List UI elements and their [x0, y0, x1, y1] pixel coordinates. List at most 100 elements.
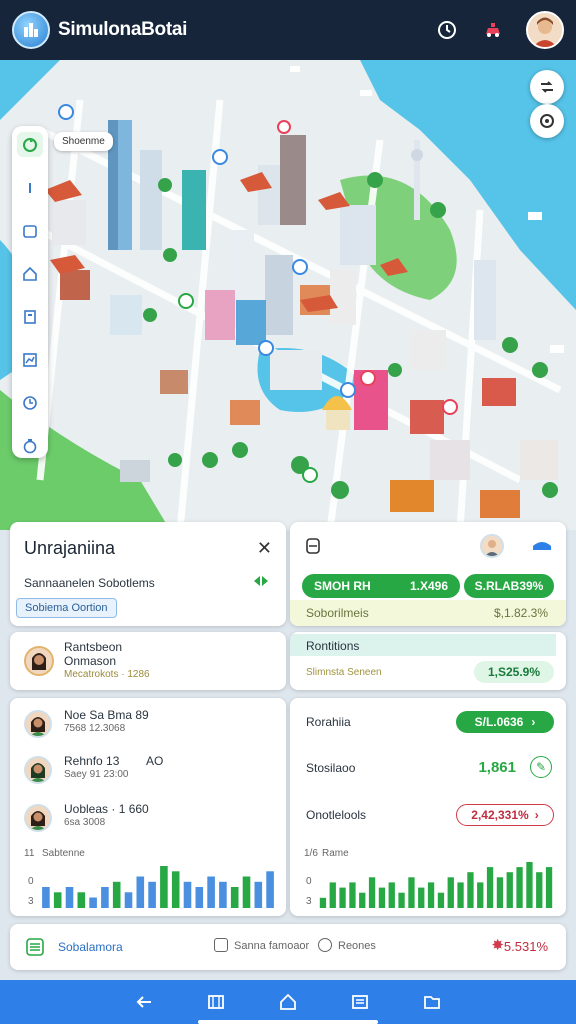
right-chart-bar — [457, 882, 464, 908]
bottom-nav — [0, 980, 576, 1024]
overview-subtitle: Sannaanelen Sobotlems — [24, 576, 155, 590]
right-chart-bar — [496, 877, 504, 908]
person-name: Rehnfo 13 — [64, 754, 120, 768]
document-icon[interactable] — [306, 538, 320, 559]
metric-pill-right[interactable]: S.RLAB39% — [464, 574, 554, 598]
footer-bar: Sobalamora Sanna famoaor Reones ✸ 5.531% — [10, 924, 566, 970]
left-chart-bar — [89, 897, 97, 908]
home-indicator — [198, 1020, 378, 1024]
history-icon[interactable] — [434, 17, 460, 43]
people-card: Noe Sa Bma 89 7568 12.3068 Rehnfo 13 AO … — [10, 698, 286, 916]
folder-nav-icon[interactable] — [421, 991, 443, 1013]
clock-icon[interactable] — [17, 390, 43, 415]
left-chart-bar — [254, 881, 263, 908]
info-icon[interactable] — [17, 175, 43, 200]
left-chart-bar — [171, 871, 180, 908]
left-chart-bar — [183, 881, 192, 908]
profile-card[interactable]: Rantsbeon Onmason Mecatrokots · 1286 — [10, 632, 286, 690]
option-chip[interactable]: Sobiema Oortion — [16, 598, 117, 618]
person-sub: Saey 91 23:00 — [64, 769, 129, 780]
left-chart-bar — [195, 887, 204, 908]
left-chart-ytick-3: 3 — [28, 896, 34, 907]
list-icon[interactable] — [26, 938, 44, 961]
profile-name: Rantsbeon — [64, 640, 123, 654]
right-chart-bar — [329, 882, 336, 908]
radio-1[interactable] — [318, 938, 332, 952]
metrics-card: SMOH RH 1.X496 S.RLAB39% Soborilmeis $,1… — [290, 522, 566, 626]
person-sub: 6sa 3008 — [64, 817, 106, 828]
right-chart-bar — [408, 877, 415, 908]
checkbox-1[interactable] — [214, 938, 228, 952]
left-chart-bar — [230, 887, 239, 908]
metric-pill-left[interactable]: SMOH RH 1.X496 — [302, 574, 460, 598]
person-aside: AO — [146, 754, 164, 768]
home-nav-icon[interactable] — [277, 991, 299, 1013]
left-chart-bar — [136, 876, 145, 908]
car-alert-icon[interactable] — [480, 17, 506, 43]
profile-line3: Mecatrokots · 1286 — [64, 669, 150, 680]
left-chart-title: Sabtenne — [42, 848, 85, 859]
left-chart-ytick-1: 11 — [24, 848, 35, 859]
profile-avatar — [24, 646, 54, 676]
positions-sub: Slimnsta Seneen — [306, 667, 382, 678]
right-chart-bar — [339, 887, 346, 908]
footer-label[interactable]: Sobalamora — [58, 940, 123, 954]
right-chart-bar — [359, 892, 366, 908]
edit-icon[interactable]: ✎ — [530, 756, 552, 778]
left-chart-bar — [207, 876, 215, 908]
stat-3-pill[interactable]: 2,42,331% › — [456, 804, 554, 826]
left-chart-bar — [148, 881, 156, 908]
calendar-icon[interactable] — [17, 218, 43, 243]
left-chart-bar — [53, 892, 62, 908]
map-toolbar — [12, 126, 48, 458]
stat-1-value: S/L.0636 — [474, 715, 524, 729]
right-chart-bar — [368, 877, 376, 908]
person-avatar — [24, 756, 52, 784]
building-icon[interactable] — [17, 304, 43, 329]
left-chart-bar — [124, 892, 133, 908]
news-nav-icon[interactable] — [349, 991, 371, 1013]
positions-card[interactable]: Rontitions Slimnsta Seneen 1,S25.9% — [290, 632, 566, 690]
right-chart-bar — [349, 882, 356, 908]
left-chart-bar — [266, 871, 274, 908]
right-chart-bar — [398, 892, 405, 908]
close-icon[interactable]: ✕ — [257, 538, 272, 559]
right-chart-ytick-2: 0 — [306, 876, 312, 887]
user-avatar[interactable] — [526, 11, 564, 49]
map-nav-icon[interactable] — [205, 991, 227, 1013]
city-map[interactable]: Shoenme — [0, 60, 576, 530]
person-row[interactable]: Noe Sa Bma 89 7568 12.3068 — [24, 708, 274, 748]
person-name: Noe Sa Bma 89 — [64, 708, 149, 722]
stat-1-label: Rorahiia — [306, 715, 351, 729]
right-chart-bar — [378, 887, 386, 908]
right-chart-bar — [486, 867, 494, 908]
metrics-avatar[interactable] — [480, 534, 504, 558]
home-icon[interactable] — [17, 261, 43, 286]
expand-arrows-icon[interactable] — [252, 574, 270, 593]
left-chart-bar — [242, 876, 251, 908]
back-arrow-icon[interactable] — [133, 991, 155, 1013]
hat-icon[interactable] — [530, 534, 554, 561]
right-bar-chart — [319, 862, 553, 908]
positions-value[interactable]: 1,S25.9% — [474, 661, 554, 683]
person-avatar — [24, 710, 52, 738]
route-icon[interactable] — [530, 70, 564, 104]
checkbox-1-label: Sanna famoaor — [234, 940, 310, 952]
map-location-tag[interactable]: Shoenme — [54, 132, 113, 151]
recycle-icon[interactable] — [17, 132, 43, 157]
metric-row-label: Soborilmeis — [306, 606, 369, 620]
right-chart-bar — [418, 887, 425, 908]
arrow-right-icon: › — [531, 715, 536, 729]
right-chart-bar — [437, 892, 445, 908]
chart-icon[interactable] — [17, 347, 43, 372]
left-bar-chart — [42, 866, 274, 908]
stat-1-pill[interactable]: S/L.0636 › — [456, 711, 554, 733]
timer-icon[interactable] — [17, 433, 43, 458]
right-chart-ytick-3: 3 — [306, 896, 312, 907]
right-chart-bar — [506, 872, 513, 908]
positions-title: Rontitions — [306, 639, 360, 653]
person-row[interactable]: Rehnfo 13 AO Saey 91 23:00 — [24, 754, 274, 794]
person-row[interactable]: Uobleas · 1 660 6sa 3008 — [24, 802, 274, 842]
right-chart-bar — [526, 862, 533, 908]
locate-icon[interactable] — [530, 104, 564, 138]
